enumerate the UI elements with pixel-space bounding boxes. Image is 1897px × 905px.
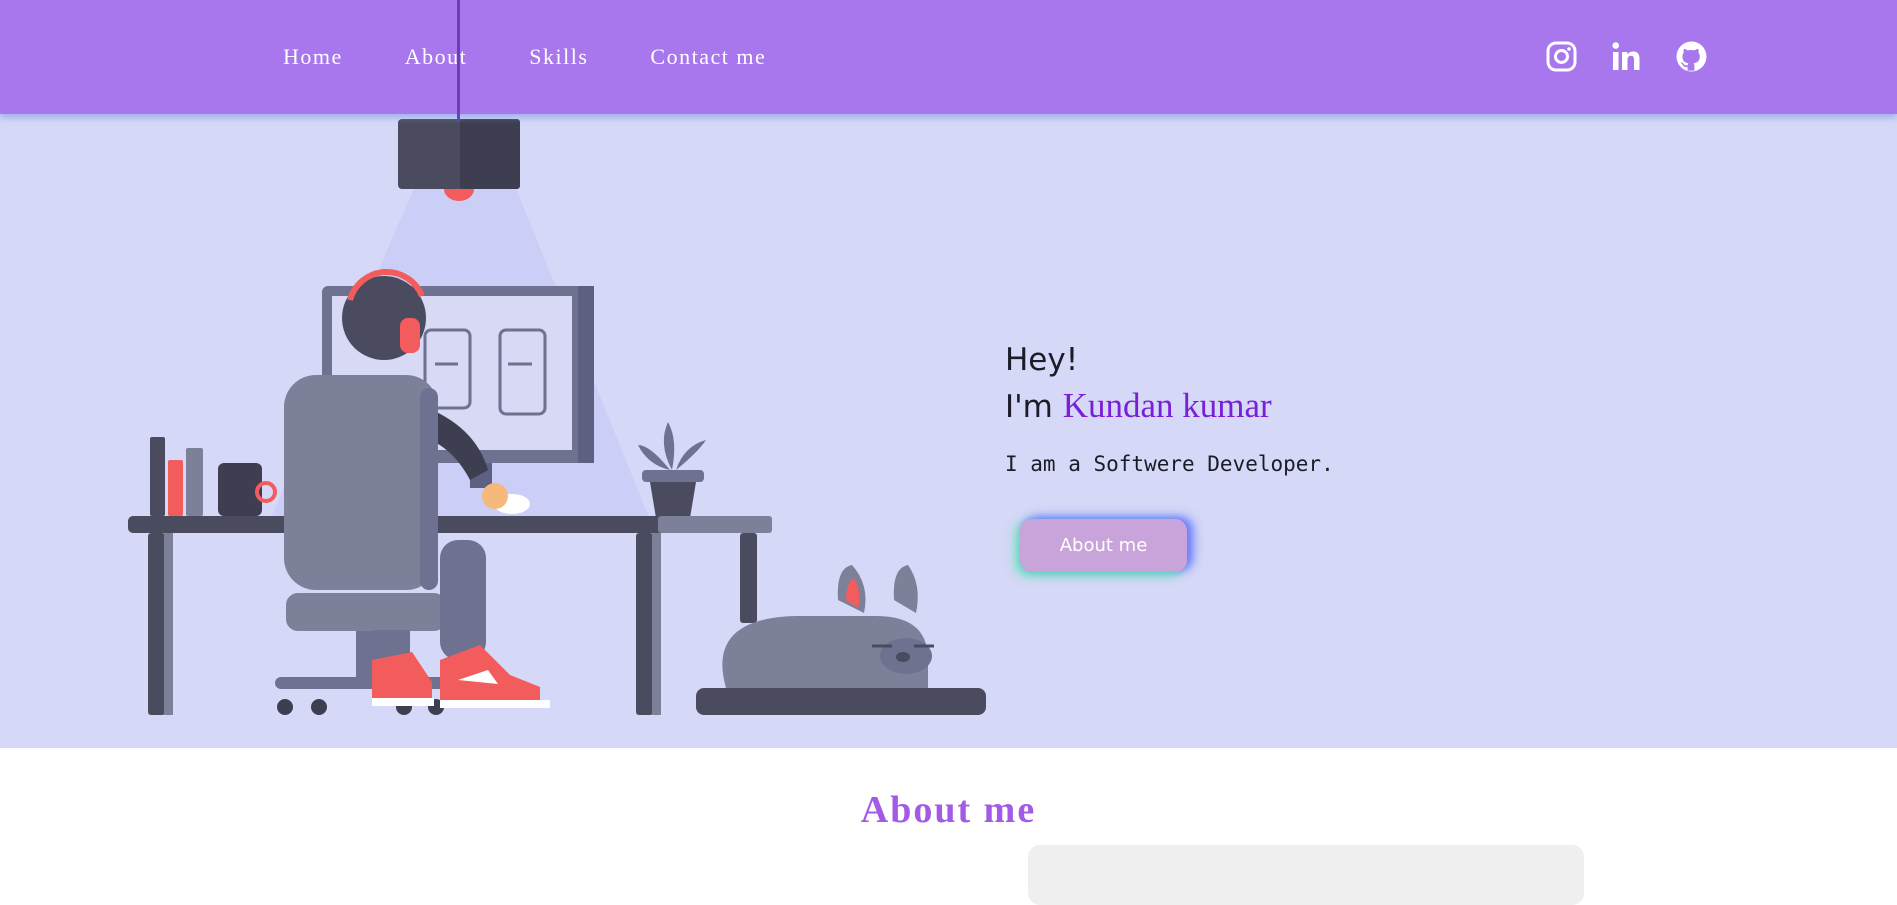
developer-name: Kundan kumar [1062,386,1272,425]
linkedin-icon[interactable] [1610,40,1643,73]
hero-intro: Hey! I'm Kundan kumar I am a Softwere De… [1005,337,1334,476]
about-me-button[interactable]: About me [1020,519,1187,572]
about-card [1028,845,1584,905]
nav-links: Home About Skills Contact me [283,44,828,70]
im-prefix: I'm [1005,389,1063,425]
role-text: I am a Softwere Developer. [1005,452,1334,476]
hero-section: Hey! I'm Kundan kumar I am a Softwere De… [0,114,1897,748]
greeting: Hey! [1005,342,1079,378]
github-icon[interactable] [1675,40,1708,73]
instagram-icon[interactable] [1545,40,1578,73]
name-line: I'm Kundan kumar [1005,383,1334,430]
navbar: Home About Skills Contact me [0,0,1897,114]
developer-illustration [128,119,986,715]
social-links [1545,40,1708,73]
nav-link-skills[interactable]: Skills [529,44,588,70]
nav-link-contact[interactable]: Contact me [650,44,766,70]
lamp-cord [457,0,460,122]
nav-link-home[interactable]: Home [283,44,343,70]
about-section: About me [0,748,1897,905]
about-title: About me [860,789,1037,831]
